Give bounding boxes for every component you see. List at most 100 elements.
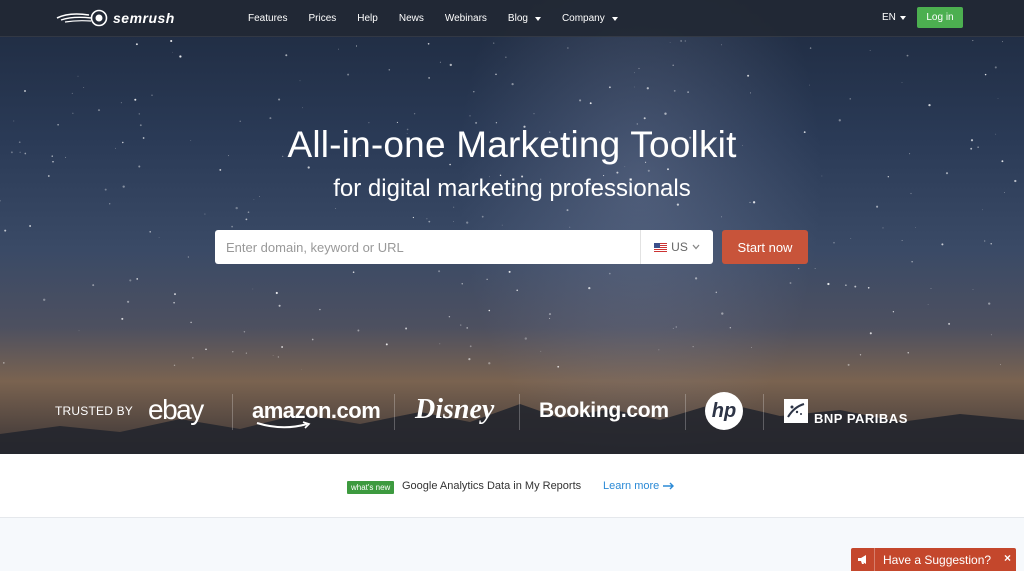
star (29, 225, 32, 227)
star (174, 293, 176, 296)
star (945, 172, 949, 175)
star (13, 120, 15, 122)
star (911, 261, 913, 263)
star (428, 77, 430, 79)
star (676, 203, 680, 206)
learn-more-link[interactable]: Learn more (603, 480, 675, 492)
star (549, 317, 551, 319)
trusted-by-label: TRUSTED BY (55, 404, 134, 418)
star (219, 168, 222, 171)
star (488, 309, 491, 312)
database-select[interactable]: US (641, 230, 713, 264)
star (71, 92, 73, 94)
suggestion-widget[interactable]: Have a Suggestion? × (851, 548, 1016, 571)
star (892, 311, 895, 313)
star (83, 87, 85, 88)
nav-blog[interactable]: Blog (508, 13, 541, 24)
star (664, 112, 667, 115)
star (136, 278, 139, 280)
megaphone-icon (851, 548, 875, 571)
nav-company[interactable]: Company (562, 13, 618, 24)
star (508, 270, 511, 273)
nav-prices[interactable]: Prices (308, 13, 336, 24)
star (680, 40, 682, 42)
star (906, 54, 909, 57)
caret-down-icon (899, 15, 906, 20)
star (859, 354, 862, 356)
star (170, 39, 173, 43)
star (567, 47, 569, 49)
nav-webinars[interactable]: Webinars (445, 13, 487, 24)
star (751, 347, 752, 348)
star (624, 166, 626, 168)
star (135, 43, 138, 46)
star (335, 208, 337, 209)
search-input[interactable] (215, 230, 641, 264)
star (92, 284, 95, 287)
star (684, 40, 686, 42)
star (173, 364, 176, 366)
star (854, 285, 857, 288)
whats-new-text: Google Analytics Data in My Reports (402, 480, 582, 492)
nav-news[interactable]: News (399, 13, 424, 24)
star (972, 40, 974, 42)
star (721, 312, 724, 315)
star (468, 358, 471, 361)
trusted-by-bar: TRUSTED BY ebay amazon.com Disney Bookin… (55, 392, 955, 432)
star (589, 102, 592, 105)
divider (763, 394, 764, 430)
star (138, 113, 141, 115)
star (235, 206, 238, 210)
star (941, 243, 944, 246)
language-selector[interactable]: EN (882, 12, 906, 23)
star (608, 86, 611, 89)
star (269, 117, 272, 120)
hero-subtitle: for digital marketing professionals (333, 175, 691, 202)
language-label: EN (882, 12, 896, 23)
top-nav: semrush Features Prices Help News Webina… (0, 0, 1024, 37)
star (277, 356, 280, 358)
star (357, 329, 360, 332)
start-now-button[interactable]: Start now (722, 230, 808, 264)
star (439, 343, 441, 345)
star (311, 338, 314, 341)
star (129, 279, 132, 282)
star (729, 327, 731, 329)
ebay-logo: ebay (148, 394, 204, 425)
close-icon[interactable]: × (1004, 551, 1011, 565)
star (672, 327, 674, 329)
hero-section: semrush Features Prices Help News Webina… (0, 0, 1024, 454)
learn-more-label: Learn more (603, 480, 660, 492)
star (469, 115, 471, 117)
whats-new-badge: what's new (347, 481, 395, 494)
star (809, 47, 812, 49)
star (692, 346, 694, 348)
semrush-fireball-icon (56, 9, 108, 27)
star (672, 64, 674, 67)
star (901, 82, 903, 83)
star (486, 278, 488, 280)
star (687, 91, 689, 93)
nav-help[interactable]: Help (357, 13, 378, 24)
star (4, 229, 7, 232)
star (638, 67, 640, 70)
star (426, 218, 428, 220)
star (245, 218, 248, 221)
nav-features[interactable]: Features (248, 13, 287, 24)
star (232, 351, 234, 353)
star (646, 87, 649, 90)
star (278, 304, 281, 307)
login-button[interactable]: Log in (917, 7, 963, 28)
star (24, 90, 26, 92)
logo-wordmark: semrush (113, 10, 175, 26)
star (347, 73, 350, 76)
star (984, 240, 986, 242)
star (97, 109, 101, 112)
nav-company-label: Company (561, 13, 605, 24)
star (488, 362, 491, 365)
star (134, 98, 137, 101)
star (252, 288, 254, 290)
semrush-logo[interactable]: semrush (55, 9, 175, 27)
star (876, 205, 879, 208)
caret-down-icon (611, 16, 618, 21)
